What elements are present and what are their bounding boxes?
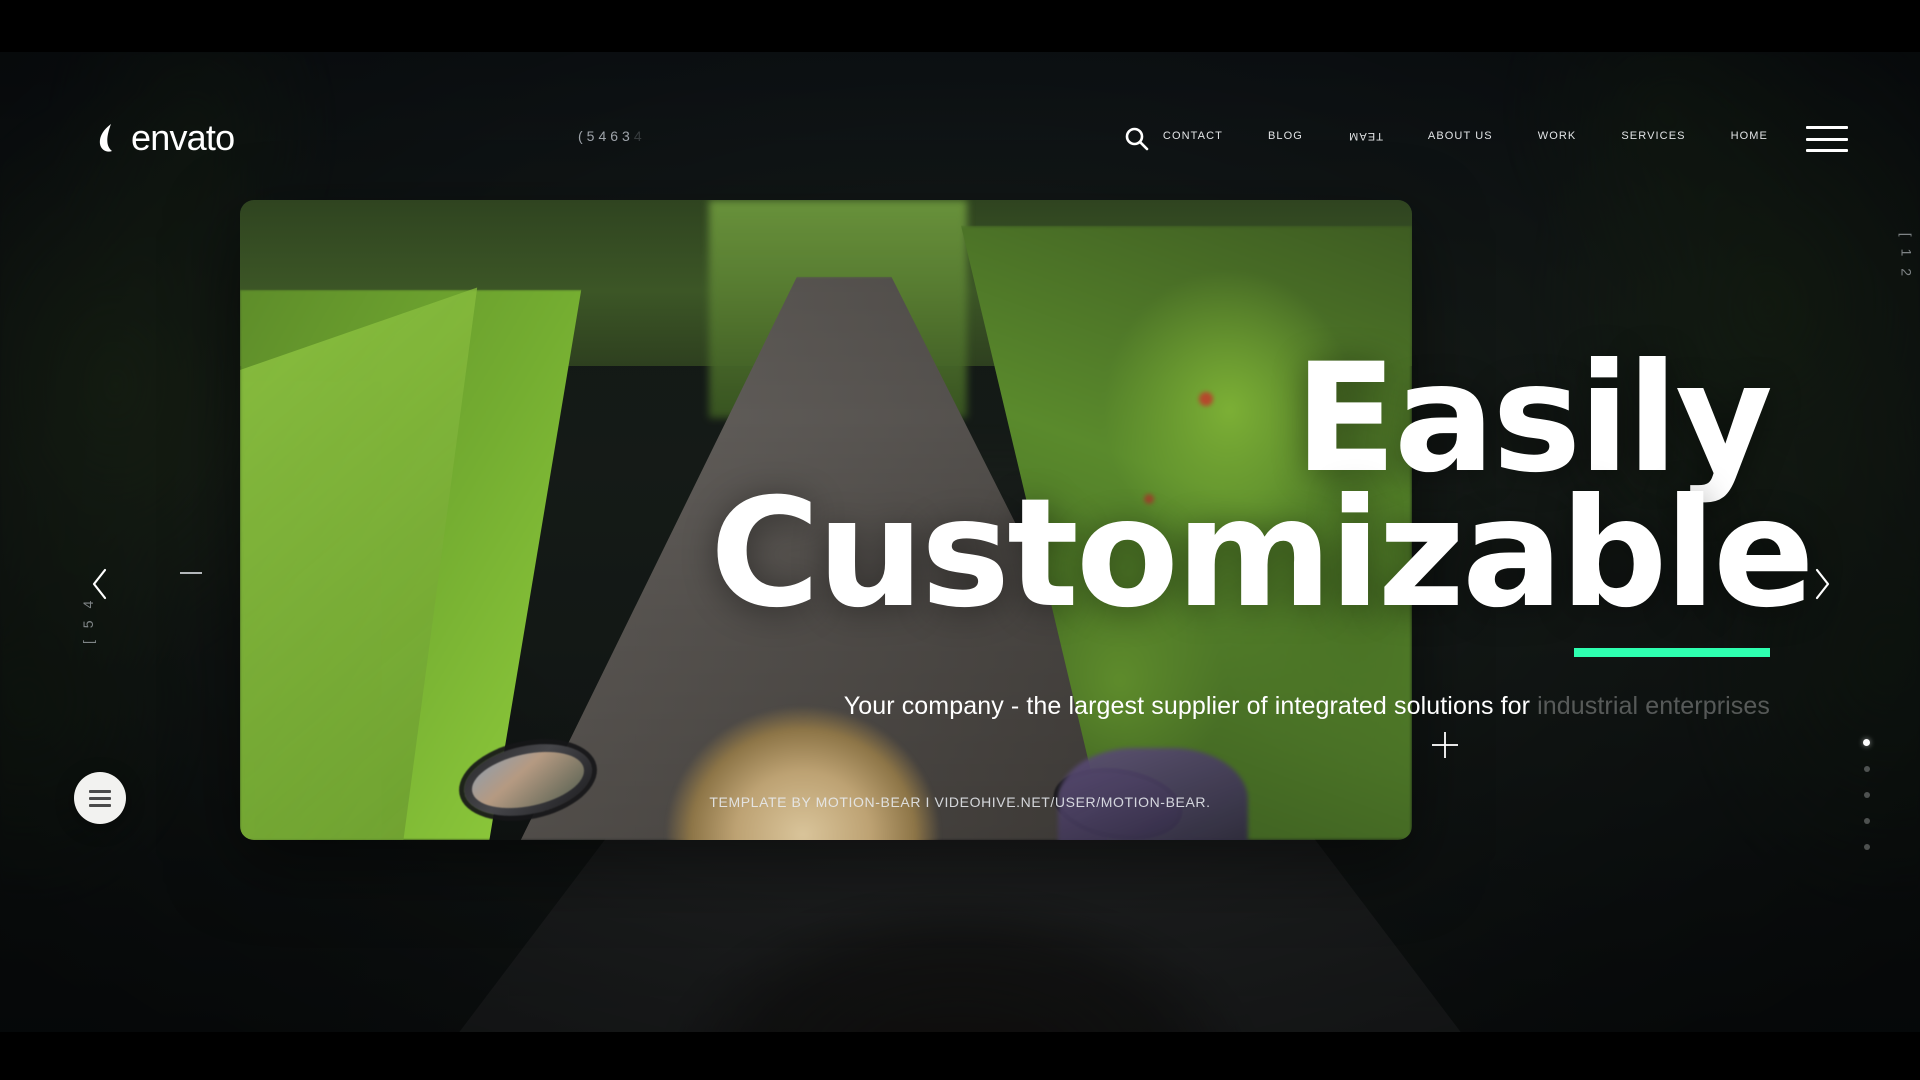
slider-pagination: [1863, 739, 1870, 850]
template-credit: TEMPLATE BY MOTION-BEAR I VIDEOHIVE.NET/…: [709, 794, 1211, 810]
nav-item-blog[interactable]: BLOG: [1268, 130, 1303, 142]
pagination-dot-1[interactable]: [1863, 739, 1870, 746]
search-icon[interactable]: [1122, 124, 1152, 154]
frame-counter-value: (5463: [578, 128, 634, 144]
nav-item-about-us[interactable]: ABOUT US: [1428, 130, 1493, 142]
hamburger-line: [89, 789, 111, 793]
nav-item-home[interactable]: HOME: [1731, 130, 1768, 142]
envato-logo[interactable]: envato: [98, 117, 235, 158]
pagination-dot-3[interactable]: [1863, 792, 1870, 798]
frame-counter-fade: 4: [633, 128, 646, 144]
hamburger-line: [89, 796, 111, 800]
main-navigation: CONTACT BLOG TEAM ABOUT US WORK SERVICES…: [1163, 130, 1768, 142]
plus-icon[interactable]: [1432, 732, 1458, 758]
hamburger-line: [89, 803, 111, 807]
nav-item-contact[interactable]: CONTACT: [1163, 130, 1223, 142]
site-header: envato (54634 CONTACT BLOG TEAM ABOUT US…: [0, 52, 1920, 162]
slider-dash-marker: [180, 572, 202, 574]
pagination-dot-4[interactable]: [1863, 818, 1870, 824]
hamburger-line: [1806, 137, 1848, 141]
side-label-right: [ 1 2: [1898, 232, 1914, 280]
slide-red-flower: [1198, 392, 1213, 406]
nav-item-services[interactable]: SERVICES: [1621, 130, 1685, 142]
slide-media-card[interactable]: [240, 200, 1412, 840]
hamburger-line: [1806, 149, 1848, 152]
slide-image: [240, 200, 1412, 840]
floating-menu-button[interactable]: [74, 772, 126, 824]
chevron-right-icon[interactable]: [1802, 564, 1842, 604]
slide-rider-head: [638, 697, 969, 840]
letterbox-top: [0, 0, 1920, 52]
hamburger-menu-icon[interactable]: [1806, 126, 1848, 152]
nav-item-work[interactable]: WORK: [1538, 130, 1577, 142]
hamburger-line: [1806, 126, 1848, 129]
letterbox-bottom: [0, 1032, 1920, 1080]
pagination-dot-2[interactable]: [1863, 766, 1870, 772]
envato-logo-text: envato: [131, 117, 235, 158]
frame-counter: (54634: [578, 128, 646, 144]
slider-stage: envato (54634 CONTACT BLOG TEAM ABOUT US…: [0, 52, 1920, 1032]
chevron-left-icon[interactable]: [80, 564, 120, 604]
envato-leaf-icon: [98, 123, 124, 153]
pagination-dot-5[interactable]: [1863, 844, 1870, 850]
nav-item-team[interactable]: TEAM: [1348, 130, 1383, 142]
